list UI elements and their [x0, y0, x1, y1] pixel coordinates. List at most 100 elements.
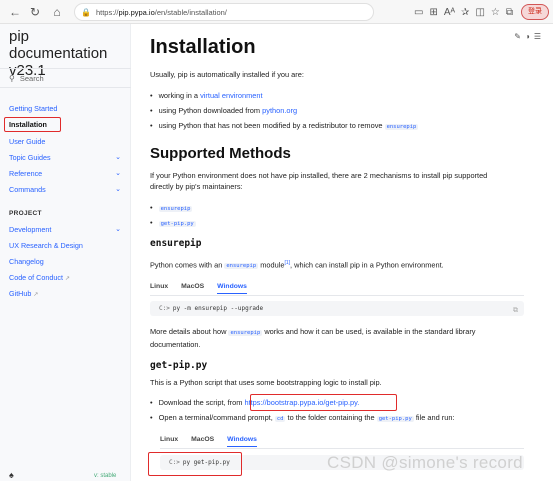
- refresh-icon[interactable]: ↻: [26, 0, 44, 24]
- tab-divider: [160, 448, 524, 449]
- section-heading-supported: Supported Methods: [150, 145, 291, 162]
- text: Download the script, from: [158, 398, 245, 407]
- tab-macos[interactable]: MacOS: [181, 283, 204, 294]
- sidebar-item-label: GitHub: [9, 289, 32, 298]
- supported-text-line1: If your Python environment does not have…: [150, 171, 488, 180]
- grid-icon[interactable]: ⊞: [429, 7, 437, 18]
- section-heading-ensurepip: ensurepip: [150, 238, 202, 249]
- python-org-link[interactable]: python.org: [262, 106, 297, 115]
- sidebar-item-topic-guides[interactable]: Topic Guides ⌄: [9, 152, 121, 164]
- toc-icon[interactable]: ☰: [534, 32, 545, 41]
- supported-text-line2: directly by pip's maintainers:: [150, 182, 243, 191]
- cd-code: cd: [274, 416, 286, 422]
- list-item: get-pip.py: [150, 217, 196, 230]
- section-label-project: PROJECT: [9, 210, 42, 217]
- browser-toolbar: ← ↻ ⌂ 🔒 https://pip.pypa.io/en/stable/in…: [0, 0, 553, 24]
- highlight-box-getpip-cmd: [148, 452, 242, 476]
- sidebar-item-label: Getting Started: [9, 104, 58, 113]
- sidebar: pip documentation v23.1 ⚲ Search Getting…: [0, 24, 131, 481]
- collections-icon[interactable]: ⧉: [506, 7, 513, 18]
- browser-right-tools: ▭ ⊞ Aᴬ ✰ ◫ ☆ ⧉: [414, 0, 513, 24]
- translate-icon[interactable]: ✰: [461, 7, 469, 18]
- sidebar-item-label: Code of Conduct: [9, 273, 63, 282]
- external-link-icon: ↗: [64, 276, 70, 282]
- url-host: pip.pypa.io: [118, 7, 155, 17]
- list-item: working in a virtual environment: [150, 90, 263, 101]
- edit-icon[interactable]: ✎: [514, 32, 525, 41]
- sidebar-item-label: Development: [9, 225, 52, 234]
- ensurepip-code[interactable]: ensurepip: [384, 124, 419, 130]
- address-bar[interactable]: 🔒 https://pip.pypa.io/en/stable/installa…: [74, 3, 374, 21]
- back-arrow-icon[interactable]: ←: [6, 0, 24, 24]
- os-tabs: Linux MacOS Windows: [150, 283, 247, 294]
- section-heading-getpip: get-pip.py: [150, 360, 208, 371]
- reader-mode-icon[interactable]: ▭: [414, 7, 423, 18]
- tab-linux[interactable]: Linux: [160, 436, 178, 447]
- login-button[interactable]: 登录: [521, 4, 549, 20]
- bullet-text: working in a: [158, 91, 201, 100]
- tab-macos[interactable]: MacOS: [191, 436, 214, 447]
- ensurepip-code-block[interactable]: C:> py -m ensurepip --upgrade ⧉: [150, 301, 524, 316]
- split-icon[interactable]: ◫: [475, 7, 484, 18]
- highlight-box-installation: [4, 117, 61, 132]
- bullet-text: using Python that has not been modified …: [158, 121, 385, 130]
- sidebar-item-label: User Guide: [9, 137, 46, 146]
- main-content: ✎◑☰ Installation Usually, pip is automat…: [131, 24, 553, 481]
- getpip-text: This is a Python script that uses some b…: [150, 378, 382, 387]
- search-box[interactable]: ⚲ Search: [0, 68, 131, 88]
- sidebar-item-commands[interactable]: Commands ⌄: [9, 184, 121, 196]
- method-ensurepip-link[interactable]: ensurepip: [158, 206, 193, 212]
- text: file and run:: [413, 413, 455, 422]
- chevron-down-icon[interactable]: ⌄: [115, 224, 121, 236]
- sidebar-item-getting-started[interactable]: Getting Started: [9, 103, 121, 115]
- theme-toggle-icon[interactable]: ◑: [525, 32, 534, 41]
- sidebar-item-label: UX Research & Design: [9, 241, 83, 250]
- highlight-box-download-link: [250, 394, 397, 411]
- sidebar-item-label: Reference: [9, 169, 43, 178]
- copy-icon[interactable]: ⧉: [513, 303, 518, 318]
- bullet-text: using Python downloaded from: [158, 106, 263, 115]
- text: to the folder containing the: [285, 413, 377, 422]
- ensurepip-text: Python comes with an ensurepip module[1]…: [150, 258, 530, 272]
- virtual-env-link[interactable]: virtual environment: [200, 91, 262, 100]
- list-item: Open a terminal/command prompt, cd to th…: [150, 412, 455, 425]
- font-size-icon[interactable]: Aᴬ: [444, 7, 455, 18]
- sidebar-item-github[interactable]: GitHub ↗: [9, 288, 121, 300]
- sidebar-item-development[interactable]: Development ⌄: [9, 224, 121, 236]
- getpip-code: get-pip.py: [376, 416, 414, 422]
- chevron-down-icon[interactable]: ⌄: [115, 168, 121, 180]
- tab-divider: [150, 295, 524, 296]
- stdlib-docs-link[interactable]: documentation.: [150, 340, 201, 349]
- text: Open a terminal/command prompt,: [158, 413, 275, 422]
- chevron-down-icon[interactable]: ⌄: [115, 184, 121, 196]
- sidebar-item-code-of-conduct[interactable]: Code of Conduct ↗: [9, 272, 121, 284]
- intro-text: Usually, pip is automatically installed …: [150, 70, 304, 79]
- sidebar-item-label: Commands: [9, 185, 46, 194]
- command-text: py -m ensurepip --upgrade: [172, 305, 264, 312]
- text: module: [258, 260, 285, 270]
- search-icon: ⚲: [9, 73, 15, 83]
- home-icon[interactable]: ⌂: [48, 0, 66, 24]
- tab-windows[interactable]: Windows: [217, 283, 247, 294]
- sidebar-item-user-guide[interactable]: User Guide: [9, 136, 121, 148]
- sidebar-item-changelog[interactable]: Changelog: [9, 256, 121, 268]
- sidebar-item-ux-research[interactable]: UX Research & Design: [9, 240, 121, 252]
- method-getpip-link[interactable]: get-pip.py: [158, 221, 196, 227]
- list-item: using Python that has not been modified …: [150, 120, 419, 133]
- sidebar-item-reference[interactable]: Reference ⌄: [9, 168, 121, 180]
- favorites-icon[interactable]: ☆: [491, 7, 500, 18]
- watermark: CSDN @simone's record: [327, 453, 523, 472]
- ensurepip-code: ensurepip: [224, 263, 259, 270]
- external-link-icon: ↗: [33, 292, 39, 298]
- chevron-down-icon[interactable]: ⌄: [115, 152, 121, 164]
- page-title: Installation: [150, 36, 256, 58]
- version-badge[interactable]: v: stable: [94, 473, 116, 479]
- tab-linux[interactable]: Linux: [150, 283, 168, 294]
- tab-windows[interactable]: Windows: [227, 436, 257, 447]
- list-item: ensurepip: [150, 202, 193, 215]
- url-prefix: https://: [95, 7, 119, 17]
- os-tabs-getpip: Linux MacOS Windows: [160, 436, 257, 447]
- list-item: using Python downloaded from python.org: [150, 105, 297, 116]
- sidebar-item-label: Changelog: [9, 257, 44, 266]
- text: , which can install pip in a Python envi…: [290, 260, 444, 270]
